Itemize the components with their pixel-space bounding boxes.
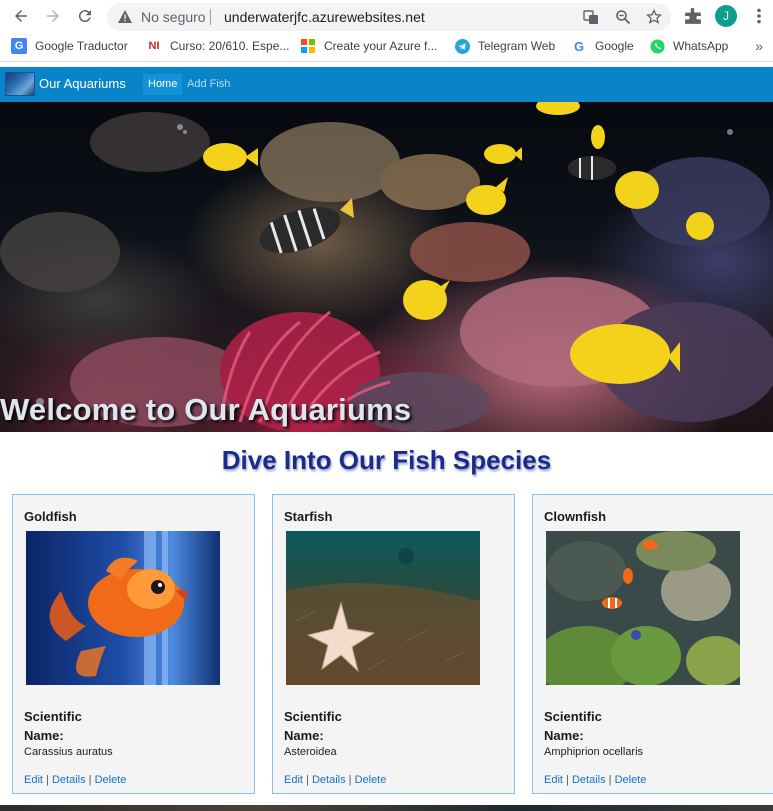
- goldfish-image: [26, 531, 220, 685]
- edit-link[interactable]: Edit: [24, 774, 43, 786]
- action-separator: |: [608, 774, 612, 786]
- details-link[interactable]: Details: [52, 774, 86, 786]
- scientific-name-label: Scientific Name:: [24, 709, 82, 743]
- bookmark-telegram[interactable]: Telegram Web: [454, 38, 555, 54]
- whatsapp-icon: [649, 38, 665, 54]
- chevron-more-icon[interactable]: »: [755, 38, 763, 54]
- brand-logo-image[interactable]: [5, 72, 35, 96]
- fish-name: Clownfish: [544, 509, 607, 524]
- url-text[interactable]: underwaterjfc.azurewebsites.net: [224, 9, 425, 25]
- scientific-name-label: Scientific Name:: [284, 709, 342, 743]
- google-icon: G: [573, 38, 585, 54]
- hero-title: Welcome to Our Aquariums: [0, 392, 412, 427]
- zoom-icon[interactable]: [615, 9, 631, 25]
- forward-arrow-icon[interactable]: [42, 5, 64, 27]
- bookmark-star-icon[interactable]: [646, 9, 662, 25]
- bookmark-curso[interactable]: NI Curso: 20/610. Espe...: [146, 38, 290, 54]
- card-actions: Edit | Details | Delete: [544, 774, 646, 786]
- scientific-name-value: Asteroidea: [284, 746, 337, 758]
- next-row-image-strip: [0, 805, 773, 811]
- scientific-name-label: Scientific Name:: [544, 709, 602, 743]
- fish-card-clownfish: Clownfish Scientific Name: Amphiprion oc…: [532, 494, 773, 794]
- bookmark-label: Curso: 20/610. Espe...: [170, 39, 290, 53]
- fish-name: Goldfish: [24, 509, 77, 524]
- card-actions: Edit | Details | Delete: [24, 774, 126, 786]
- google-translate-icon: G: [11, 38, 27, 54]
- bookmark-label: Google: [595, 39, 634, 53]
- ni-icon: NI: [148, 40, 160, 52]
- bookmark-whatsapp[interactable]: WhatsApp: [649, 38, 728, 54]
- bookmark-google-translate[interactable]: G Google Traductor: [11, 38, 128, 54]
- site-navbar: Our Aquariums Home Add Fish: [0, 67, 773, 102]
- coral-reef-image: [0, 102, 773, 432]
- action-separator: |: [306, 774, 309, 786]
- bookmark-google[interactable]: G Google: [571, 38, 634, 54]
- bookmark-azure[interactable]: Create your Azure f...: [300, 38, 437, 54]
- fish-card-starfish: Starfish Scientific Name: Asteroidea Edi…: [272, 494, 515, 794]
- warning-icon[interactable]: [117, 9, 133, 25]
- reload-icon[interactable]: [74, 5, 96, 27]
- edit-link[interactable]: Edit: [284, 774, 303, 786]
- details-link[interactable]: Details: [572, 774, 606, 786]
- bookmark-label: Telegram Web: [478, 39, 556, 53]
- extensions-icon[interactable]: [684, 7, 702, 25]
- not-secure-label[interactable]: No seguro: [141, 9, 206, 25]
- telegram-icon: [454, 38, 470, 54]
- brand-name[interactable]: Our Aquariums: [39, 76, 126, 91]
- delete-link[interactable]: Delete: [95, 774, 127, 786]
- nav-add-fish-link[interactable]: Add Fish: [182, 74, 235, 95]
- scientific-name-value: Amphiprion ocellaris: [544, 746, 644, 758]
- bookmarks-bar: G Google Traductor NI Curso: 20/610. Esp…: [0, 33, 773, 62]
- menu-dots-icon[interactable]: [752, 7, 766, 25]
- browser-toolbar: No seguro underwaterjfc.azurewebsites.ne…: [0, 0, 773, 33]
- section-title: Dive Into Our Fish Species: [221, 445, 552, 475]
- hero-banner: Welcome to Our Aquariums: [0, 102, 773, 432]
- fish-card-goldfish: Goldfish Scientific Name: Carassius aura…: [12, 494, 255, 794]
- clownfish-image: [546, 531, 740, 685]
- edit-link[interactable]: Edit: [544, 774, 563, 786]
- action-separator: |: [88, 774, 92, 786]
- delete-link[interactable]: Delete: [355, 774, 387, 786]
- nav-home-link[interactable]: Home: [143, 74, 183, 95]
- bookmark-label: Create your Azure f...: [324, 39, 438, 53]
- starfish-image: [286, 531, 480, 685]
- profile-avatar[interactable]: J: [715, 5, 737, 27]
- bookmark-label: WhatsApp: [673, 39, 729, 53]
- action-separator: |: [566, 774, 569, 786]
- back-arrow-icon[interactable]: [10, 5, 32, 27]
- omnibox-divider: [210, 9, 211, 25]
- fish-name: Starfish: [284, 509, 333, 524]
- action-separator: |: [348, 774, 352, 786]
- microsoft-icon: [300, 38, 316, 54]
- delete-link[interactable]: Delete: [615, 774, 647, 786]
- address-bar[interactable]: No seguro underwaterjfc.azurewebsites.ne…: [107, 3, 671, 31]
- details-link[interactable]: Details: [312, 774, 346, 786]
- scientific-name-value: Carassius auratus: [24, 746, 113, 758]
- card-actions: Edit | Details | Delete: [284, 774, 386, 786]
- translate-icon[interactable]: [583, 9, 599, 25]
- bookmark-label: Google Traductor: [35, 39, 128, 53]
- action-separator: |: [46, 774, 49, 786]
